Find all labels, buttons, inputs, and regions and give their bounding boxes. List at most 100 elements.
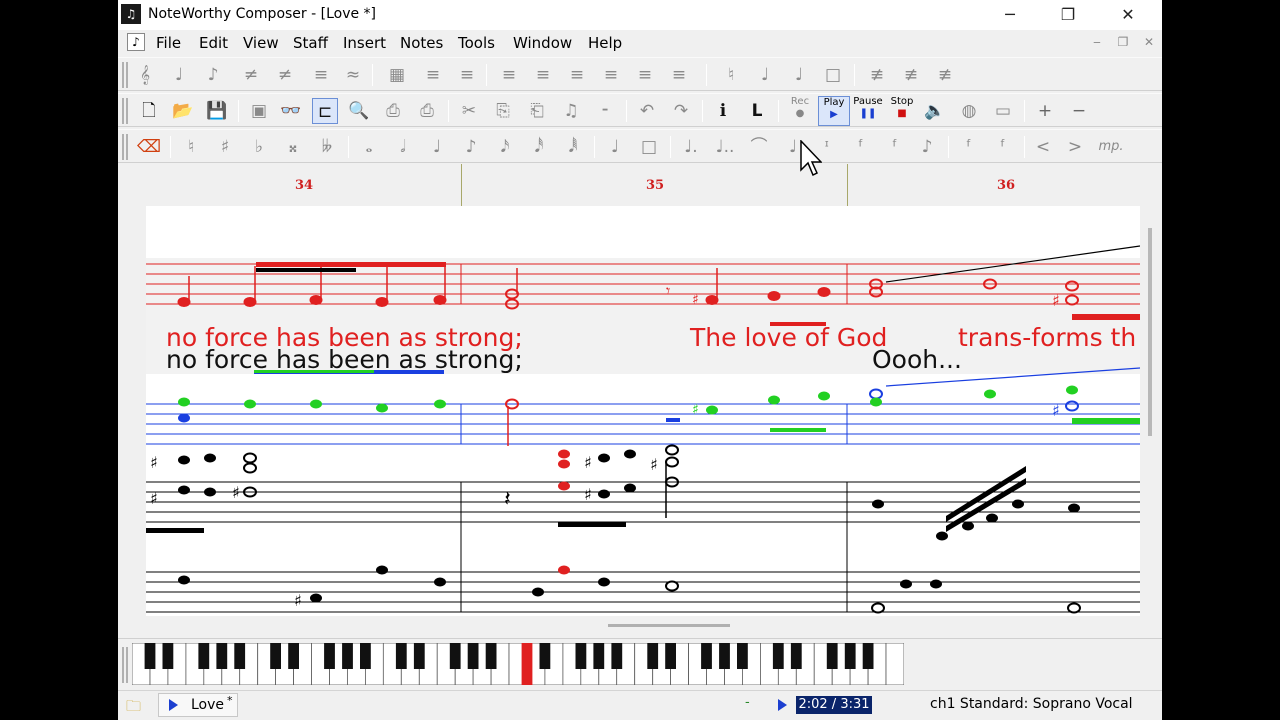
vertical-scrollbar[interactable] xyxy=(1148,228,1152,436)
tie-icon[interactable]: ⌒ xyxy=(746,134,772,160)
staff-icon-6[interactable]: ≡ xyxy=(666,62,692,88)
staff-icon-1[interactable]: ≡ xyxy=(496,62,522,88)
natural-icon[interactable]: ♮ xyxy=(718,62,744,88)
minus-icon[interactable]: − xyxy=(1066,98,1092,124)
menu-insert[interactable]: Insert xyxy=(343,34,386,52)
staff-icon-3[interactable]: ≡ xyxy=(564,62,590,88)
eighth-note-icon[interactable]: ♪ xyxy=(458,134,484,160)
record-button[interactable]: Rec ● xyxy=(784,96,816,126)
document-system-icon[interactable]: ♪ xyxy=(127,33,145,51)
piano-keyboard[interactable] xyxy=(132,643,904,685)
stop-button[interactable]: Stop ■ xyxy=(886,96,918,126)
print-icon[interactable]: ⎙ xyxy=(414,98,440,124)
rest-icon[interactable]: □ xyxy=(636,134,662,160)
grace-icon[interactable]: ♩ xyxy=(602,134,628,160)
minimize-button[interactable]: ─ xyxy=(986,2,1034,28)
stem-down-icon[interactable]: ᶠ xyxy=(990,134,1016,160)
align-right-icon[interactable]: ≡ xyxy=(454,62,480,88)
dotted-icon[interactable]: ♩. xyxy=(678,134,704,160)
half-note-icon[interactable]: ♩ xyxy=(786,62,812,88)
staff-icon-5[interactable]: ≡ xyxy=(632,62,658,88)
restore-button[interactable]: ❐ xyxy=(1044,2,1092,28)
viewer-icon[interactable]: 👓 xyxy=(278,98,304,124)
menu-window[interactable]: Window xyxy=(513,34,572,52)
grid-icon[interactable]: ▦ xyxy=(384,62,410,88)
save-icon[interactable]: 💾 xyxy=(204,98,230,124)
align-icon[interactable]: ≡ xyxy=(420,62,446,88)
double-flat-icon[interactable]: 𝄫 xyxy=(314,134,340,160)
crescendo-icon[interactable]: < xyxy=(1030,134,1056,160)
sixteenth-note-icon[interactable]: 𝅘𝅥𝅯 xyxy=(492,134,518,160)
horizontal-scrollbar[interactable] xyxy=(608,624,730,627)
triplet-icon[interactable]: ≈ xyxy=(340,62,366,88)
paste-note-icon[interactable]: ♫ xyxy=(558,98,584,124)
mdi-minimize-button[interactable]: ‒ xyxy=(1088,35,1106,51)
menu-view[interactable]: View xyxy=(243,34,279,52)
eraser-icon[interactable]: ⌫ xyxy=(136,134,162,160)
folder-icon[interactable]: 🗀 xyxy=(126,696,148,715)
chord-down-icon[interactable]: ≢ xyxy=(898,62,924,88)
dynamics-icon[interactable]: mp. xyxy=(1098,134,1124,160)
staff-properties-icon[interactable]: ⊏ xyxy=(312,98,338,124)
sixtyfourth-note-icon[interactable]: 𝅘𝅥𝅱 xyxy=(560,134,586,160)
pause-button[interactable]: Pause ❚❚ xyxy=(852,96,884,126)
mdi-close-button[interactable]: ✕ xyxy=(1140,35,1158,51)
triplet-bracket-icon[interactable]: ⁃ xyxy=(592,98,618,124)
mdi-restore-button[interactable]: ❐ xyxy=(1114,35,1132,51)
keyboard-grip[interactable] xyxy=(122,647,128,683)
quarter-note-icon[interactable]: ♩ xyxy=(752,62,778,88)
chord-swap-icon[interactable]: ≢ xyxy=(932,62,958,88)
close-button[interactable]: ✕ xyxy=(1104,2,1152,28)
selection-box-icon[interactable]: □ xyxy=(820,62,846,88)
score-area[interactable]: 𝄾 ♯ ♯ no force has been as strong; no fo… xyxy=(146,206,1140,616)
staff-icon-4[interactable]: ≡ xyxy=(598,62,624,88)
undo-icon[interactable]: ↶ xyxy=(634,98,660,124)
stem-up-icon[interactable]: ᶠ xyxy=(956,134,982,160)
menu-edit[interactable]: Edit xyxy=(199,34,228,52)
thirtysecond-note-icon[interactable]: 𝅘𝅥𝅰 xyxy=(526,134,552,160)
accent-icon[interactable]: ♪ xyxy=(200,62,226,88)
print-preview-icon[interactable]: ⎙ xyxy=(380,98,406,124)
tenuto-note-icon[interactable]: ᶠ xyxy=(848,134,874,160)
staccato-icon[interactable]: ≠ xyxy=(272,62,298,88)
menu-tools[interactable]: Tools xyxy=(458,34,495,52)
menu-staff[interactable]: Staff xyxy=(293,34,328,52)
keyboard-icon[interactable]: ▭ xyxy=(990,98,1016,124)
open-folder-icon[interactable]: 📂 xyxy=(170,98,196,124)
globe-icon[interactable]: ◍ xyxy=(956,98,982,124)
beam-icon[interactable]: ≡ xyxy=(308,62,334,88)
menu-help[interactable]: Help xyxy=(588,34,622,52)
double-sharp-icon[interactable]: 𝄪 xyxy=(280,134,306,160)
sharp-icon[interactable]: ♯ xyxy=(212,134,238,160)
chord-up-icon[interactable]: ≢ xyxy=(864,62,890,88)
document-tab[interactable]: Love * xyxy=(158,693,238,717)
half-note-duration-icon[interactable]: 𝅗𝅥 xyxy=(390,134,416,160)
quarter-note-duration-icon[interactable]: ♩ xyxy=(424,134,450,160)
cut-icon[interactable]: ✂ xyxy=(456,98,482,124)
marcato-icon[interactable]: ᶠ xyxy=(882,134,908,160)
paste-icon[interactable]: ⎗ xyxy=(524,98,550,124)
menu-file[interactable]: File xyxy=(156,34,181,52)
natural-accidental-icon[interactable]: ♮ xyxy=(178,134,204,160)
zoom-icon[interactable]: 🔍 xyxy=(346,98,372,124)
new-document-icon[interactable]: 🗋 xyxy=(136,98,162,124)
slur-note-icon[interactable]: ♪ xyxy=(914,134,940,160)
staff-icon-2[interactable]: ≡ xyxy=(530,62,556,88)
redo-icon[interactable]: ↷ xyxy=(668,98,694,124)
slur-icon[interactable]: ♩ xyxy=(166,62,192,88)
tenuto-icon[interactable]: ≠ xyxy=(238,62,264,88)
play-button[interactable]: Play ▶ xyxy=(818,96,850,126)
grace-note-icon[interactable]: 𝄞 xyxy=(132,62,158,88)
info-icon[interactable]: ℹ xyxy=(710,98,736,124)
menu-notes[interactable]: Notes xyxy=(400,34,443,52)
toolbar-grip[interactable] xyxy=(122,62,128,88)
plus-icon[interactable]: + xyxy=(1032,98,1058,124)
decrescendo-icon[interactable]: > xyxy=(1062,134,1088,160)
double-dotted-icon[interactable]: ♩.. xyxy=(712,134,738,160)
book-icon[interactable]: ▣ xyxy=(246,98,272,124)
whole-note-icon[interactable]: 𝅝 xyxy=(356,134,382,160)
toolbar-grip[interactable] xyxy=(122,134,128,160)
copy-icon[interactable]: ⎘ xyxy=(490,98,516,124)
lyrics-icon[interactable]: L xyxy=(744,98,770,124)
speaker-icon[interactable]: 🔈 xyxy=(922,98,948,124)
